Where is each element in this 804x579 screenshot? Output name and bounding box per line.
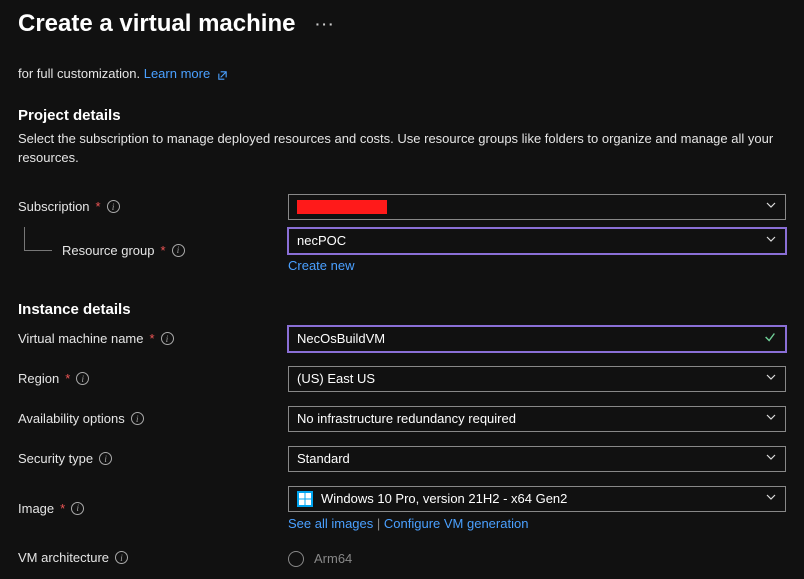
vm-name-input[interactable]: NecOsBuildVM xyxy=(288,326,786,352)
required-marker: * xyxy=(150,331,155,346)
availability-value: No infrastructure redundancy required xyxy=(297,411,516,426)
image-select[interactable]: Windows 10 Pro, version 21H2 - x64 Gen2 xyxy=(288,486,786,512)
required-marker: * xyxy=(65,371,70,386)
info-icon[interactable]: i xyxy=(99,452,112,465)
external-link-icon xyxy=(217,69,228,80)
security-type-select[interactable]: Standard xyxy=(288,446,786,472)
info-icon[interactable]: i xyxy=(172,244,185,257)
check-icon xyxy=(763,330,777,347)
tree-connector-icon xyxy=(24,227,52,251)
required-marker: * xyxy=(60,501,65,516)
link-separator: | xyxy=(377,516,384,531)
vm-name-label: Virtual machine name xyxy=(18,331,144,346)
see-all-images-link[interactable]: See all images xyxy=(288,516,373,531)
info-icon[interactable]: i xyxy=(76,372,89,385)
chevron-down-icon xyxy=(765,411,777,426)
more-actions-icon[interactable]: ··· xyxy=(315,16,335,32)
security-type-label: Security type xyxy=(18,451,93,466)
arch-arm64-label: Arm64 xyxy=(314,551,352,566)
region-value: (US) East US xyxy=(297,371,375,386)
info-icon[interactable]: i xyxy=(131,412,144,425)
info-icon[interactable]: i xyxy=(71,502,84,515)
resource-group-select[interactable]: necPOC xyxy=(288,228,786,254)
resource-group-value: necPOC xyxy=(297,233,346,248)
required-marker: * xyxy=(96,199,101,214)
region-label: Region xyxy=(18,371,59,386)
image-value: Windows 10 Pro, version 21H2 - x64 Gen2 xyxy=(321,491,567,506)
chevron-down-icon xyxy=(765,491,777,506)
chevron-down-icon xyxy=(765,233,777,248)
subscription-value-redacted xyxy=(297,200,387,214)
arch-arm64-radio[interactable] xyxy=(288,551,304,567)
availability-select[interactable]: No infrastructure redundancy required xyxy=(288,406,786,432)
learn-more-link[interactable]: Learn more xyxy=(144,66,228,81)
project-details-heading: Project details xyxy=(18,107,786,124)
security-type-value: Standard xyxy=(297,451,350,466)
chevron-down-icon xyxy=(765,199,777,214)
windows-icon xyxy=(297,491,313,507)
info-icon[interactable]: i xyxy=(161,332,174,345)
image-label: Image xyxy=(18,501,54,516)
vm-architecture-label: VM architecture xyxy=(18,550,109,565)
instance-details-heading: Instance details xyxy=(18,301,786,318)
chevron-down-icon xyxy=(765,371,777,386)
subscription-select[interactable] xyxy=(288,194,786,220)
required-marker: * xyxy=(161,243,166,258)
intro-text: for full customization. Learn more xyxy=(18,66,786,81)
subscription-label: Subscription xyxy=(18,199,90,214)
info-icon[interactable]: i xyxy=(115,551,128,564)
availability-label: Availability options xyxy=(18,411,125,426)
resource-group-label: Resource group xyxy=(62,243,155,258)
page-title: Create a virtual machine xyxy=(18,10,295,38)
configure-vm-generation-link[interactable]: Configure VM generation xyxy=(384,516,529,531)
intro-fragment: for full customization. xyxy=(18,66,144,81)
chevron-down-icon xyxy=(765,451,777,466)
create-new-rg-link[interactable]: Create new xyxy=(288,258,354,273)
vm-name-value: NecOsBuildVM xyxy=(297,331,385,346)
project-details-desc: Select the subscription to manage deploy… xyxy=(18,130,786,168)
region-select[interactable]: (US) East US xyxy=(288,366,786,392)
info-icon[interactable]: i xyxy=(107,200,120,213)
